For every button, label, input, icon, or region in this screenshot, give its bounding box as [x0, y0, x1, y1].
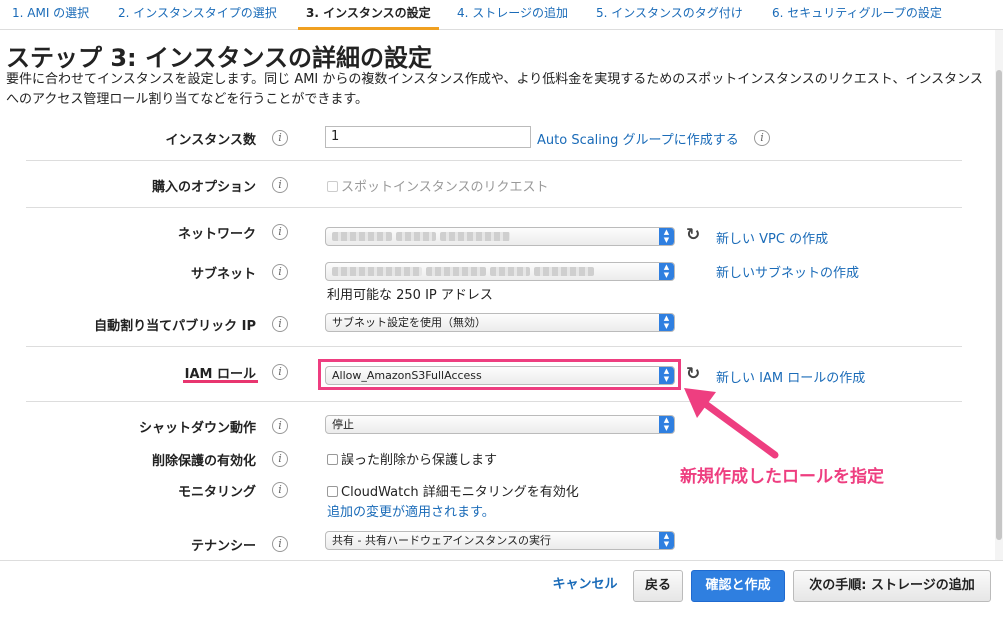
cancel-button[interactable]: キャンセル	[545, 570, 625, 602]
next-add-storage-button[interactable]: 次の手順: ストレージの追加	[793, 570, 991, 602]
annotation-text: 新規作成したロールを指定	[680, 467, 884, 487]
arrow-head	[684, 388, 716, 418]
arrow-shaft	[696, 396, 779, 459]
annotation-arrow	[684, 388, 779, 459]
back-button[interactable]: 戻る	[633, 570, 683, 602]
review-launch-button[interactable]: 確認と作成	[691, 570, 785, 602]
